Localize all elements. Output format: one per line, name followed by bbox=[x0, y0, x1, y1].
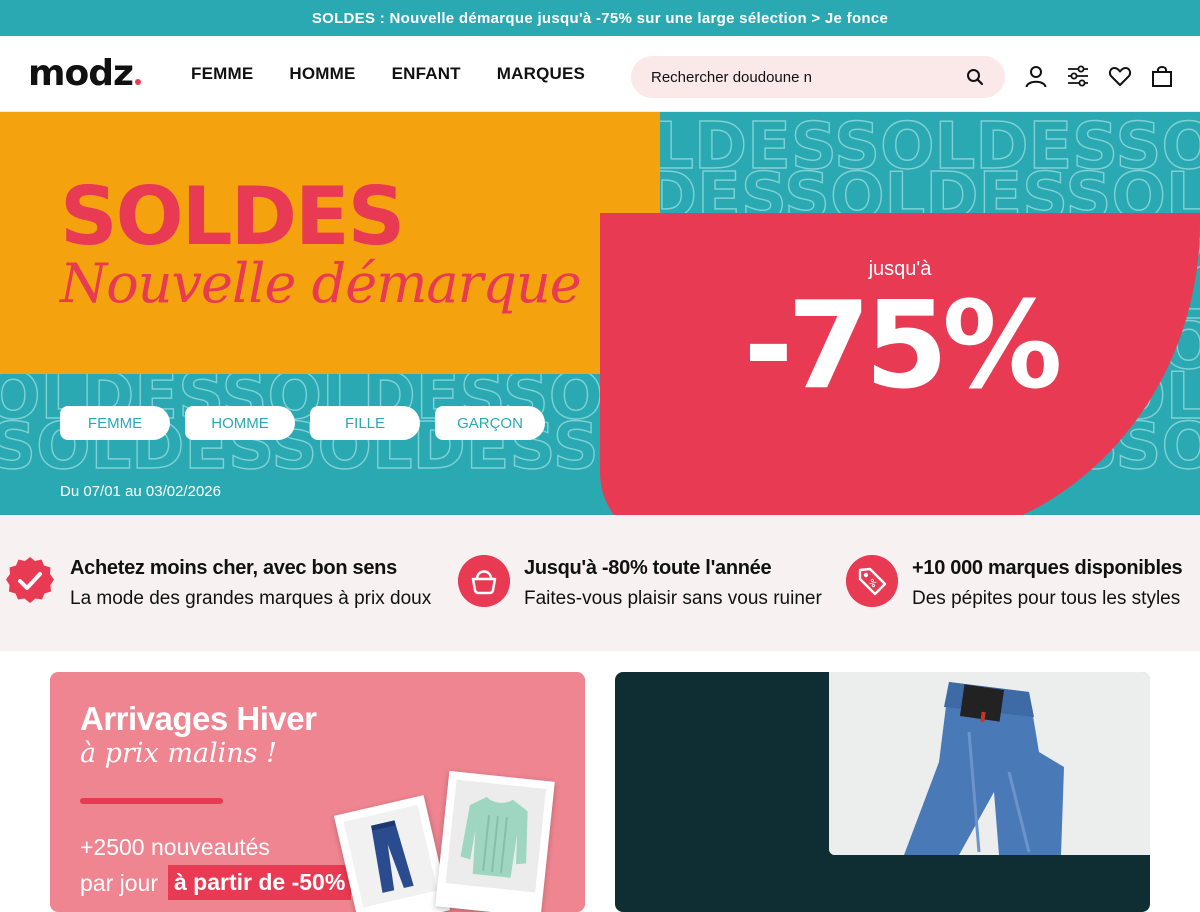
hero-subtitle: Nouvelle démarque bbox=[60, 252, 582, 315]
benefits-strip: Achetez moins cher, avec bon sens La mod… bbox=[0, 515, 1200, 651]
discount-value: -75% bbox=[743, 277, 1062, 416]
benefit-title: Achetez moins cher, avec bon sens bbox=[70, 557, 397, 579]
benefit-desc: Faites-vous plaisir sans vous ruiner bbox=[524, 588, 822, 609]
search-icon[interactable] bbox=[965, 67, 985, 87]
promo-badge: à partir de -50% bbox=[168, 865, 352, 900]
promo-per-day: par jour bbox=[80, 870, 158, 896]
sweater-thumbnail bbox=[445, 779, 547, 893]
promo-divider bbox=[80, 798, 223, 804]
main-nav: FEMME HOMME ENFANT MARQUES bbox=[191, 36, 621, 112]
polaroid-jeans bbox=[333, 795, 451, 912]
benefit-desc: Des pépites pour tous les styles bbox=[912, 588, 1181, 609]
pill-garcon[interactable]: GARÇON bbox=[435, 406, 545, 440]
benefit-title: +10 000 marques disponibles bbox=[912, 557, 1183, 579]
logo[interactable]: modz bbox=[28, 54, 141, 94]
denim-photo bbox=[829, 672, 1150, 855]
heart-icon[interactable] bbox=[1108, 64, 1132, 88]
sale-dates: Du 07/01 au 03/02/2026 bbox=[60, 483, 221, 500]
promo-title: Arrivages Hiver bbox=[80, 700, 317, 737]
logo-text: modz bbox=[28, 53, 134, 94]
search-input[interactable] bbox=[651, 56, 951, 98]
benefit-desc: La mode des grandes marques à prix doux bbox=[70, 588, 432, 609]
pill-homme[interactable]: HOMME bbox=[185, 406, 295, 440]
pill-fille[interactable]: FILLE bbox=[310, 406, 420, 440]
jeans-thumbnail bbox=[343, 804, 438, 908]
price-tag-icon: % bbox=[846, 555, 898, 607]
filters-icon[interactable] bbox=[1066, 64, 1090, 88]
promo-card-winter[interactable]: Arrivages Hiver à prix malins ! +2500 no… bbox=[50, 672, 585, 912]
nav-homme[interactable]: HOMME bbox=[289, 64, 355, 84]
promo-subtitle: à prix malins ! bbox=[80, 738, 277, 769]
bag-icon[interactable] bbox=[1150, 64, 1174, 88]
polaroid-sweater bbox=[435, 770, 555, 912]
hero-banner[interactable]: SOLDESSOLDESSOLDESSOLDESSOLDESSOLDESSOLD… bbox=[0, 112, 1200, 515]
search-bar bbox=[631, 56, 1005, 98]
pill-femme[interactable]: FEMME bbox=[60, 406, 170, 440]
nav-enfant[interactable]: ENFANT bbox=[392, 64, 461, 84]
announcement-bar[interactable]: SOLDES : Nouvelle démarque jusqu'à -75% … bbox=[0, 0, 1200, 36]
check-badge-icon bbox=[6, 557, 54, 603]
promo-card-denim[interactable] bbox=[615, 672, 1150, 912]
user-icon[interactable] bbox=[1024, 64, 1048, 88]
benefit-title: Jusqu'à -80% toute l'année bbox=[524, 557, 772, 579]
logo-dot bbox=[134, 79, 141, 85]
basket-icon bbox=[458, 555, 510, 607]
nav-marques[interactable]: MARQUES bbox=[497, 64, 585, 84]
site-header: modz FEMME HOMME ENFANT MARQUES bbox=[0, 36, 1200, 112]
hero-title: SOLDES bbox=[60, 170, 405, 263]
promo-count: +2500 nouveautés bbox=[80, 834, 270, 860]
nav-femme[interactable]: FEMME bbox=[191, 64, 253, 84]
announcement-text[interactable]: SOLDES : Nouvelle démarque jusqu'à -75% … bbox=[312, 10, 888, 27]
jeans-image bbox=[829, 672, 1150, 855]
